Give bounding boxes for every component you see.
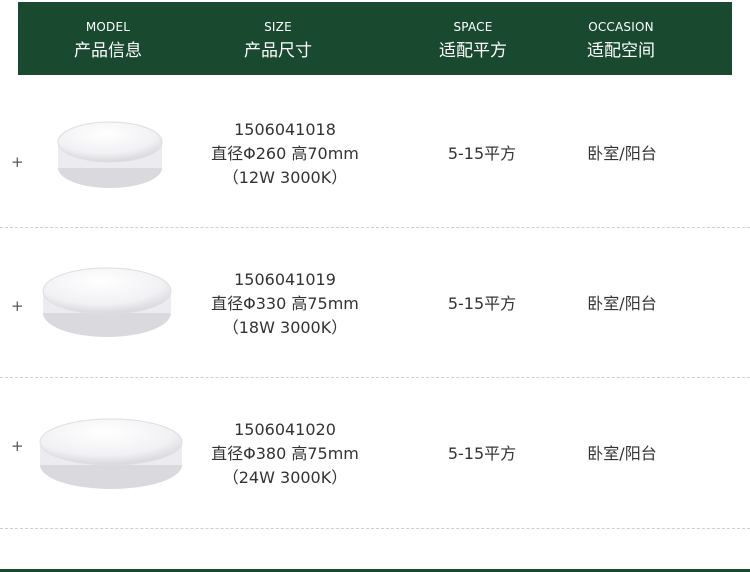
header-model-zh: 产品信息 — [74, 41, 142, 61]
model-info: 1506041019 直径Φ330 高75mm （18W 3000K） — [195, 268, 375, 340]
ceiling-lamp-image — [40, 265, 175, 340]
power-spec: （18W 3000K） — [222, 318, 348, 337]
header-size-zh: 产品尺寸 — [244, 41, 312, 61]
product-size: 直径Φ380 高75mm — [211, 444, 359, 463]
space-value: 5-15平方 — [447, 144, 517, 163]
occasion-value: 卧室/阳台 — [587, 144, 657, 163]
ceiling-lamp-image — [55, 120, 165, 192]
header-space-en: SPACE — [453, 20, 493, 34]
product-size: 直径Φ260 高70mm — [211, 144, 359, 163]
plus-icon[interactable]: + — [11, 154, 24, 170]
header-model-en: MODEL — [85, 20, 131, 34]
header-size-en: SIZE — [264, 20, 292, 34]
space-value: 5-15平方 — [447, 444, 517, 463]
row-divider — [0, 528, 750, 529]
header-col-size: SIZE 产品尺寸 — [218, 2, 338, 75]
power-spec: （24W 3000K） — [222, 468, 348, 487]
table-row: + 1506041018 直径Φ260 高70mm （12W 3000K） 5-… — [0, 80, 750, 230]
table-row: + 1506041019 直径Φ330 高75mm （18W 3000K） 5-… — [0, 228, 750, 378]
header-col-space: SPACE 适配平方 — [413, 2, 533, 75]
model-info: 1506041018 直径Φ260 高70mm （12W 3000K） — [195, 118, 375, 190]
table-header: MODEL 产品信息 SIZE 产品尺寸 SPACE 适配平方 OCCASION… — [18, 2, 732, 75]
model-number: 1506041018 — [234, 120, 336, 139]
space-value: 5-15平方 — [447, 294, 517, 313]
model-number: 1506041019 — [234, 270, 336, 289]
header-col-occasion: OCCASION 适配空间 — [561, 2, 681, 75]
header-col-model: MODEL 产品信息 — [48, 2, 168, 75]
plus-icon[interactable]: + — [11, 298, 24, 314]
model-number: 1506041020 — [234, 420, 336, 439]
power-spec: （12W 3000K） — [222, 168, 348, 187]
header-space-zh: 适配平方 — [439, 41, 507, 61]
header-occasion-en: OCCASION — [588, 20, 654, 34]
occasion-value: 卧室/阳台 — [587, 294, 657, 313]
header-occasion-zh: 适配空间 — [587, 41, 655, 61]
plus-icon[interactable]: + — [11, 438, 24, 454]
table-row: + 1506041020 直径Φ380 高75mm （24W 3000K） 5-… — [0, 378, 750, 528]
product-size: 直径Φ330 高75mm — [211, 294, 359, 313]
occasion-value: 卧室/阳台 — [587, 444, 657, 463]
ceiling-lamp-image — [37, 417, 185, 492]
model-info: 1506041020 直径Φ380 高75mm （24W 3000K） — [195, 418, 375, 490]
